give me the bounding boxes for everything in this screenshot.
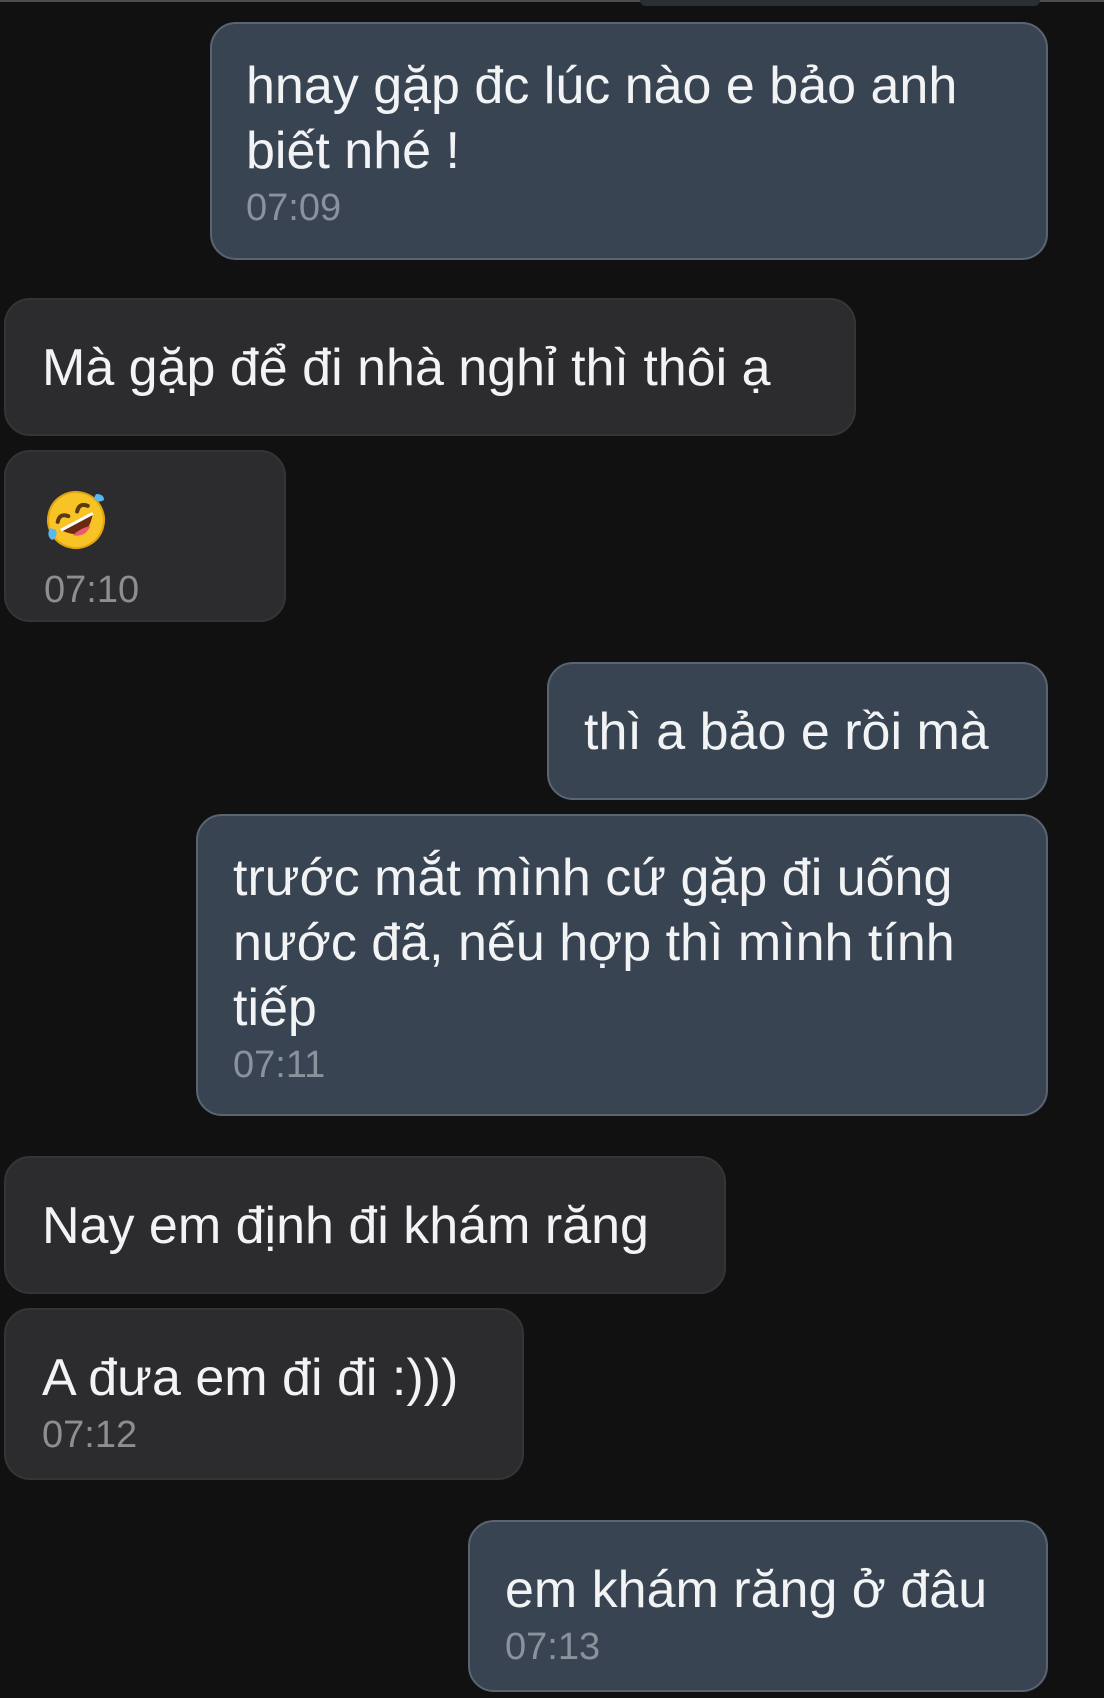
message-bubble-outgoing[interactable]: em khám răng ở đâu 07:13	[468, 1520, 1048, 1692]
message-text: hnay gặp đc lúc nào e bảo anh biết nhé !	[246, 57, 958, 180]
previous-message-edge	[640, 0, 1040, 6]
message-timestamp: 07:13	[505, 1626, 601, 1668]
message-timestamp: 07:10	[44, 569, 140, 611]
message-bubble-outgoing[interactable]: hnay gặp đc lúc nào e bảo anh biết nhé !…	[210, 22, 1048, 260]
message-text: Mà gặp để đi nhà nghỉ thì thôi ạ	[42, 339, 771, 397]
message-timestamp: 07:12	[42, 1414, 138, 1456]
message-text: A đưa em đi đi :)))	[42, 1349, 459, 1407]
message-bubble-outgoing[interactable]: thì a bảo e rồi mà	[547, 662, 1048, 800]
message-text: trước mắt mình cứ gặp đi uống nước đã, n…	[233, 849, 955, 1037]
message-text: thì a bảo e rồi mà	[584, 703, 989, 761]
message-timestamp: 07:11	[233, 1044, 326, 1086]
message-bubble-incoming[interactable]: Mà gặp để đi nhà nghỉ thì thôi ạ	[4, 298, 856, 436]
rolling-on-the-floor-laughing-emoji-icon	[47, 491, 105, 549]
message-text: em khám răng ở đâu	[505, 1561, 988, 1619]
message-bubble-outgoing[interactable]: trước mắt mình cứ gặp đi uống nước đã, n…	[196, 814, 1048, 1116]
message-text: Nay em định đi khám răng	[42, 1197, 649, 1255]
message-bubble-incoming[interactable]: Nay em định đi khám răng	[4, 1156, 726, 1294]
message-bubble-incoming[interactable]: 07:10	[4, 450, 286, 622]
message-bubble-incoming[interactable]: A đưa em đi đi :))) 07:12	[4, 1308, 524, 1480]
message-timestamp: 07:09	[246, 187, 342, 229]
